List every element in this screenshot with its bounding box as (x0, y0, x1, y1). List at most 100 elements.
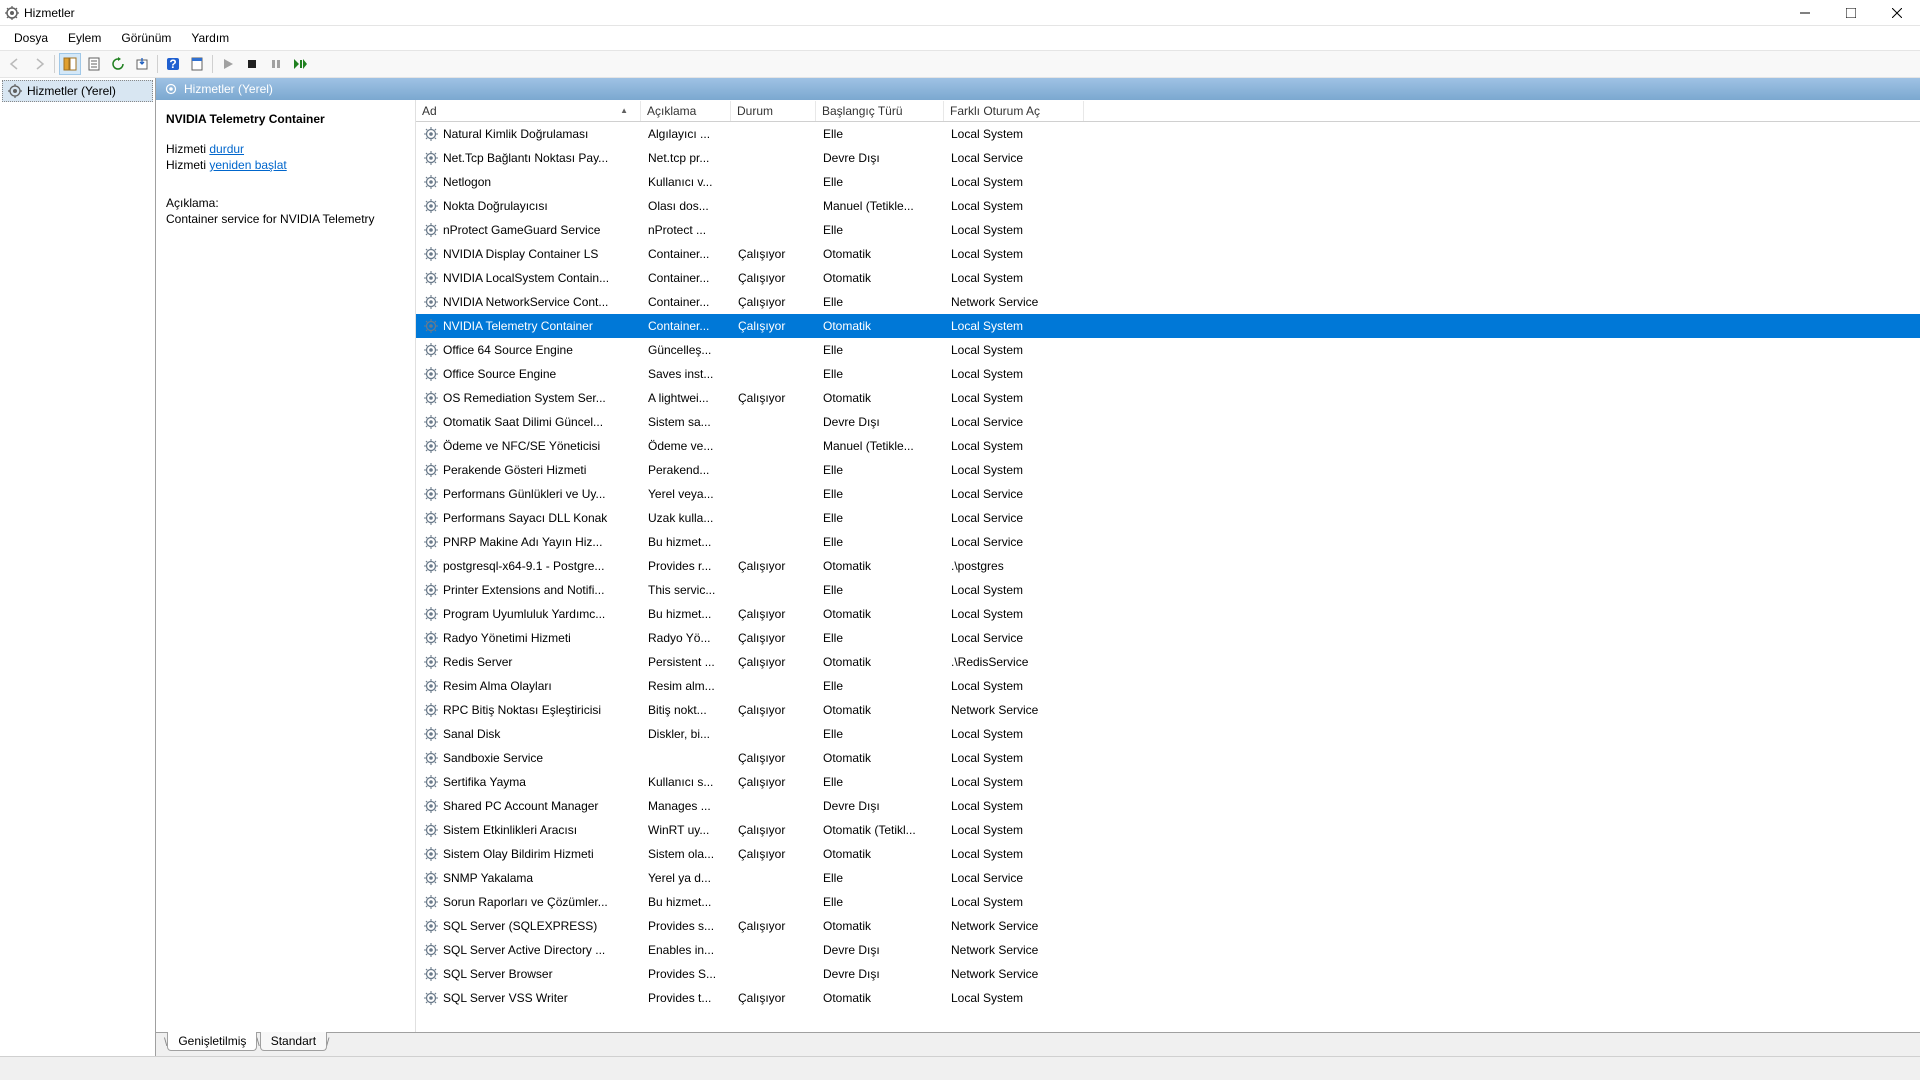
service-row[interactable]: NVIDIA Display Container LSContainer...Ç… (416, 242, 1920, 266)
service-row[interactable]: SQL Server BrowserProvides S...Devre Dış… (416, 962, 1920, 986)
tab-extended[interactable]: Genişletilmiş (167, 1032, 257, 1051)
maximize-button[interactable] (1828, 0, 1874, 26)
refresh-button[interactable] (107, 53, 129, 75)
restart-service-link[interactable]: yeniden başlat (209, 158, 286, 172)
service-logon: Local System (945, 247, 1085, 261)
service-status: Çalışıyor (732, 823, 817, 837)
services-icon (7, 83, 23, 99)
service-row[interactable]: Shared PC Account ManagerManages ...Devr… (416, 794, 1920, 818)
service-row[interactable]: Sorun Raporları ve Çözümler... Bu hizmet.… (416, 890, 1920, 914)
menu-action[interactable]: Eylem (58, 27, 111, 49)
service-row[interactable]: Radyo Yönetimi HizmetiRadyo Yö...Çalışıy… (416, 626, 1920, 650)
column-logon-as[interactable]: Farklı Oturum Aç (944, 101, 1084, 121)
show-hide-tree-button[interactable] (59, 53, 81, 75)
column-startup-type[interactable]: Başlangıç Türü (816, 101, 944, 121)
service-row[interactable]: Printer Extensions and Notifi...This ser… (416, 578, 1920, 602)
service-row[interactable]: Sanal DiskDiskler, bi...ElleLocal System (416, 722, 1920, 746)
service-startup: Devre Dışı (817, 151, 945, 165)
service-row[interactable]: Office Source EngineSaves inst...ElleLoc… (416, 362, 1920, 386)
service-row[interactable]: Otomatik Saat Dilimi Güncel...Sistem sa.… (416, 410, 1920, 434)
service-row[interactable]: SQL Server VSS WriterProvides t...Çalışı… (416, 986, 1920, 1010)
service-row[interactable]: RPC Bitiş Noktası EşleştiricisiBitiş nok… (416, 698, 1920, 722)
service-row[interactable]: Performans Günlükleri ve Uy...Yerel veya… (416, 482, 1920, 506)
service-name: Sorun Raporları ve Çözümler... (443, 895, 608, 909)
close-button[interactable] (1874, 0, 1920, 26)
service-name: Performans Günlükleri ve Uy... (443, 487, 606, 501)
service-row[interactable]: Sandboxie ServiceÇalışıyorOtomatikLocal … (416, 746, 1920, 770)
pause-service-button[interactable] (265, 53, 287, 75)
service-startup: Elle (817, 535, 945, 549)
menu-file[interactable]: Dosya (4, 27, 58, 49)
service-row[interactable]: Sertifika YaymaKullanıcı s...ÇalışıyorEl… (416, 770, 1920, 794)
service-name: Radyo Yönetimi Hizmeti (443, 631, 571, 645)
service-name: OS Remediation System Ser... (443, 391, 606, 405)
service-name: Ödeme ve NFC/SE Yöneticisi (443, 439, 600, 453)
service-description: nProtect ... (642, 223, 732, 237)
service-row[interactable]: Net.Tcp Bağlantı Noktası Pay...Net.tcp p… (416, 146, 1920, 170)
properties-button[interactable] (186, 53, 208, 75)
service-row[interactable]: SQL Server (SQLEXPRESS)Provides s...Çalı… (416, 914, 1920, 938)
service-logon: Local System (945, 175, 1085, 189)
service-row[interactable]: NetlogonKullanıcı v...ElleLocal System (416, 170, 1920, 194)
service-logon: Local System (945, 391, 1085, 405)
menu-help[interactable]: Yardım (181, 27, 239, 49)
service-row[interactable]: Program Uyumluluk Yardımc...Bu hizmet...… (416, 602, 1920, 626)
column-status[interactable]: Durum (731, 101, 816, 121)
service-row[interactable]: Sistem Etkinlikleri AracısıWinRT uy...Ça… (416, 818, 1920, 842)
help-button[interactable]: ? (162, 53, 184, 75)
minimize-button[interactable] (1782, 0, 1828, 26)
service-startup: Otomatik (817, 655, 945, 669)
service-row[interactable]: postgresql-x64-9.1 - Postgre...Provides … (416, 554, 1920, 578)
export-list-button[interactable] (83, 53, 105, 75)
service-row[interactable]: Natural Kimlik DoğrulamasıAlgılayıcı ...… (416, 122, 1920, 146)
tree-root-services[interactable]: Hizmetler (Yerel) (2, 80, 153, 102)
service-name: NVIDIA Display Container LS (443, 247, 598, 261)
service-description: Bu hizmet... (642, 895, 732, 909)
list-header: Ad ▲ Açıklama Durum Başlangıç Türü Farkl… (416, 100, 1920, 122)
restart-service-button[interactable] (289, 53, 311, 75)
service-row[interactable]: Sistem Olay Bildirim HizmetiSistem ola..… (416, 842, 1920, 866)
forward-button[interactable] (28, 53, 50, 75)
export-button[interactable] (131, 53, 153, 75)
service-row[interactable]: Performans Sayacı DLL KonakUzak kulla...… (416, 506, 1920, 530)
service-description: Bu hizmet... (642, 535, 732, 549)
start-service-button[interactable] (217, 53, 239, 75)
stop-service-link[interactable]: durdur (209, 142, 244, 156)
service-logon: Network Service (945, 943, 1085, 957)
gear-icon (423, 606, 439, 622)
service-name: Performans Sayacı DLL Konak (443, 511, 607, 525)
service-row[interactable]: Perakende Gösteri HizmetiPerakend...Elle… (416, 458, 1920, 482)
service-row[interactable]: NVIDIA Telemetry ContainerContainer...Ça… (416, 314, 1920, 338)
gear-icon (423, 534, 439, 550)
service-row[interactable]: OS Remediation System Ser...A lightwei..… (416, 386, 1920, 410)
service-name: Netlogon (443, 175, 491, 189)
service-row[interactable]: Redis ServerPersistent ...ÇalışıyorOtoma… (416, 650, 1920, 674)
service-row[interactable]: Ödeme ve NFC/SE YöneticisiÖdeme ve...Man… (416, 434, 1920, 458)
service-list[interactable]: Natural Kimlik DoğrulamasıAlgılayıcı ...… (416, 122, 1920, 1032)
service-startup: Elle (817, 631, 945, 645)
tab-standard[interactable]: Standart (260, 1032, 327, 1051)
column-name[interactable]: Ad ▲ (416, 101, 641, 121)
service-description: Güncelleş... (642, 343, 732, 357)
service-status: Çalışıyor (732, 847, 817, 861)
service-name: Shared PC Account Manager (443, 799, 598, 813)
service-startup: Elle (817, 367, 945, 381)
service-row[interactable]: Resim Alma OlaylarıResim alm...ElleLocal… (416, 674, 1920, 698)
back-button[interactable] (4, 53, 26, 75)
stop-service-button[interactable] (241, 53, 263, 75)
column-description[interactable]: Açıklama (641, 101, 731, 121)
service-startup: Devre Dışı (817, 967, 945, 981)
service-row[interactable]: NVIDIA NetworkService Cont...Container..… (416, 290, 1920, 314)
service-row[interactable]: Nokta DoğrulayıcısıOlası dos...Manuel (T… (416, 194, 1920, 218)
service-logon: Local System (945, 271, 1085, 285)
service-row[interactable]: nProtect GameGuard ServicenProtect ...El… (416, 218, 1920, 242)
panel-header: Hizmetler (Yerel) (156, 78, 1920, 100)
service-row[interactable]: SNMP YakalamaYerel ya d...ElleLocal Serv… (416, 866, 1920, 890)
service-row[interactable]: PNRP Makine Adı Yayın Hiz...Bu hizmet...… (416, 530, 1920, 554)
menu-view[interactable]: Görünüm (111, 27, 181, 49)
service-row[interactable]: SQL Server Active Directory ...Enables i… (416, 938, 1920, 962)
service-startup: Elle (817, 343, 945, 357)
tree-panel: Hizmetler (Yerel) (0, 78, 156, 1056)
service-row[interactable]: NVIDIA LocalSystem Contain...Container..… (416, 266, 1920, 290)
service-row[interactable]: Office 64 Source EngineGüncelleş...ElleL… (416, 338, 1920, 362)
